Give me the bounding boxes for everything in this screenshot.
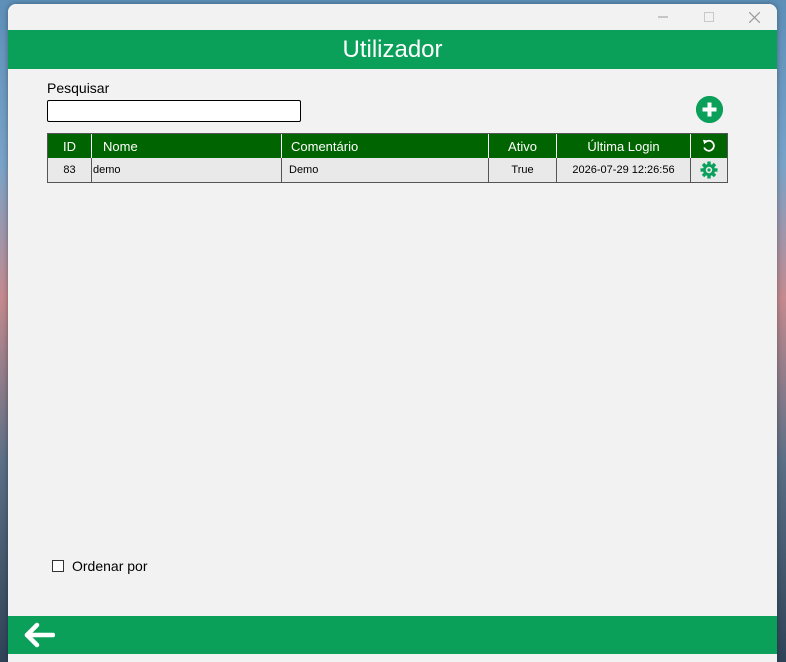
footer-bar (8, 616, 777, 654)
close-icon (748, 11, 760, 23)
sort-label: Ordenar por (72, 558, 148, 574)
sort-option[interactable]: Ordenar por (52, 558, 147, 574)
column-header-ultima-login[interactable]: Última Login (557, 134, 691, 158)
column-header-comentario[interactable]: Comentário (282, 134, 489, 158)
sort-checkbox[interactable] (52, 560, 64, 572)
column-header-ativo[interactable]: Ativo (489, 134, 557, 158)
column-header-nome[interactable]: Nome (92, 134, 282, 158)
arrow-left-icon (24, 622, 55, 648)
gear-icon (700, 161, 718, 179)
back-button[interactable] (22, 620, 56, 650)
minimize-button[interactable] (640, 4, 686, 30)
users-table: ID Nome Comentário Ativo Última Login 83… (47, 133, 728, 183)
page-title: Utilizador (342, 35, 443, 63)
page-header: Utilizador (8, 30, 777, 69)
add-user-button[interactable] (696, 96, 723, 123)
row-settings-button[interactable] (691, 158, 727, 182)
search-label: Pesquisar (47, 80, 110, 96)
refresh-icon (703, 139, 715, 152)
column-header-id[interactable]: ID (48, 134, 92, 158)
table-header-row: ID Nome Comentário Ativo Última Login (48, 134, 727, 158)
window-bottom-edge (8, 654, 777, 662)
app-window: Utilizador Pesquisar ID Nome Comentário … (8, 4, 777, 662)
search-input[interactable] (47, 100, 301, 122)
cell-nome: demo (92, 158, 282, 182)
cell-ativo: True (489, 158, 557, 182)
maximize-icon (704, 12, 714, 22)
maximize-button[interactable] (686, 4, 732, 30)
table-row[interactable]: 83 demo Demo True 2026-07-29 12:26:56 (48, 158, 727, 182)
minimize-icon (658, 16, 668, 18)
cell-comentario: Demo (282, 158, 489, 182)
cell-ultima-login: 2026-07-29 12:26:56 (557, 158, 691, 182)
window-titlebar (8, 4, 777, 30)
refresh-button[interactable] (691, 134, 727, 158)
cell-id: 83 (48, 158, 92, 182)
close-button[interactable] (731, 4, 777, 30)
plus-circle-icon (696, 96, 723, 123)
